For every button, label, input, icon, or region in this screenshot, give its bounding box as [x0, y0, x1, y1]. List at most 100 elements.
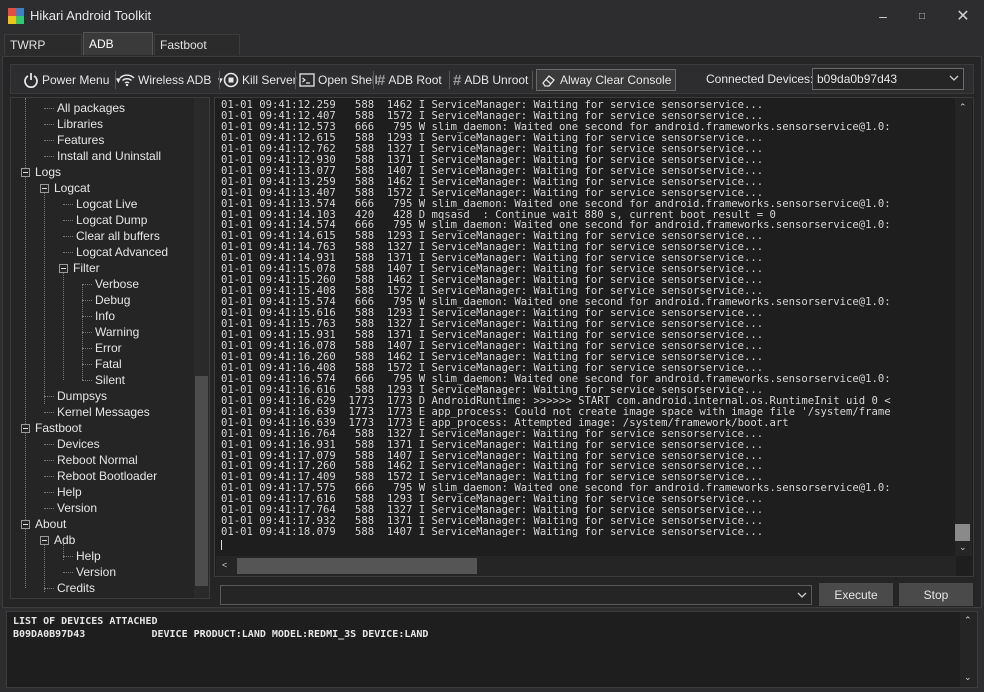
tree-item[interactable]: Info: [95, 308, 115, 324]
console-line: 01-01 09:41:16.616 588 1293 I ServiceMan…: [221, 384, 764, 396]
tree-item[interactable]: Libraries: [57, 116, 103, 132]
tree-connector-line: [44, 492, 54, 493]
tree-item[interactable]: Version: [76, 564, 116, 580]
tree-item[interactable]: Logcat Dump: [76, 212, 147, 228]
tree-guide-line: [44, 188, 45, 404]
tree-item[interactable]: Warning: [95, 324, 139, 340]
tree-item[interactable]: Reboot Normal: [57, 452, 138, 468]
tree-item[interactable]: Kernel Messages: [57, 404, 150, 420]
tree-item[interactable]: Logcat: [54, 180, 90, 196]
tree-item[interactable]: Silent: [95, 372, 125, 388]
tree-connector-line: [63, 204, 73, 205]
tab-adb-toolkit[interactable]: ADB Toolkit: [83, 32, 153, 74]
collapse-icon[interactable]: [59, 264, 68, 273]
scroll-up-arrow-icon[interactable]: ⌃: [964, 615, 972, 626]
power-menu-button[interactable]: Power Menu ▼: [23, 71, 122, 89]
window-title: Hikari Android Toolkit: [30, 8, 152, 23]
console-line: 01-01 09:41:17.575 666 795 W slim_daemon…: [221, 483, 891, 495]
adb-root-label: ADB Root: [388, 73, 442, 87]
tree-item[interactable]: Logs: [35, 164, 61, 180]
tree-connector-line: [63, 556, 73, 557]
tree-item[interactable]: Adb: [54, 532, 75, 548]
tree-connector-line: [44, 588, 54, 589]
tree-item[interactable]: Fatal: [95, 356, 122, 372]
tree-connector-line: [44, 140, 54, 141]
tree-item[interactable]: Help: [57, 484, 82, 500]
command-input[interactable]: [220, 585, 812, 605]
tree-item[interactable]: Fastboot: [35, 420, 82, 436]
tree-item[interactable]: Devices: [57, 436, 100, 452]
console-line: 01-01 09:41:13.407 588 1572 I ServiceMan…: [221, 187, 764, 199]
console-line: 01-01 09:41:12.615 588 1293 I ServiceMan…: [221, 132, 764, 144]
tree-item[interactable]: Clear all buffers: [76, 228, 160, 244]
collapse-icon[interactable]: [21, 520, 30, 529]
console-line: 01-01 09:41:15.574 666 795 W slim_daemon…: [221, 297, 891, 309]
stop-button[interactable]: Stop: [899, 583, 973, 606]
console-vertical-scrollbar[interactable]: ⌃ ⌄: [955, 98, 972, 556]
toolbar-separator: [115, 71, 116, 89]
always-clear-console-toggle[interactable]: Alway Clear Console: [536, 69, 677, 91]
hash-slash-icon: #: [453, 71, 462, 89]
tree-connector-line: [63, 236, 73, 237]
tree-item[interactable]: Filter: [73, 260, 100, 276]
tree-item[interactable]: Features: [57, 132, 104, 148]
console-line: 01-01 09:41:14.615 588 1293 I ServiceMan…: [221, 231, 764, 243]
collapse-icon[interactable]: [40, 184, 49, 193]
toolbar-separator: [373, 71, 374, 89]
tree-connector-line: [44, 508, 54, 509]
output-scrollbar[interactable]: ⌃ ⌄: [960, 612, 977, 687]
console-vertical-scrollbar-thumb[interactable]: [955, 524, 970, 541]
console-line: 01-01 09:41:13.077 588 1407 I ServiceMan…: [221, 165, 764, 177]
tree-item[interactable]: Verbose: [95, 276, 139, 292]
tree-connector-line: [82, 332, 92, 333]
tree-connector-line: [44, 444, 54, 445]
tab-twrp-toolkit[interactable]: TWRP Toolkit: [4, 34, 82, 73]
tree-item[interactable]: Credits: [57, 580, 95, 596]
collapse-icon[interactable]: [21, 424, 30, 433]
tree-scrollbar-thumb[interactable]: [195, 376, 208, 586]
eraser-icon: [542, 75, 555, 87]
tree-item[interactable]: Dumpsys: [57, 388, 107, 404]
maximize-icon[interactable]: □: [899, 0, 945, 32]
collapse-icon[interactable]: [21, 168, 30, 177]
tree-item[interactable]: Error: [95, 340, 122, 356]
tree-item[interactable]: Reboot Bootloader: [57, 468, 157, 484]
tree-item[interactable]: About: [35, 516, 66, 532]
tab-fastboot-toolkit[interactable]: Fastboot Toolkit: [154, 34, 240, 73]
app-icon: [8, 8, 24, 24]
console-line: 01-01 09:41:14.574 666 795 W slim_daemon…: [221, 220, 891, 232]
tree-item[interactable]: All packages: [57, 100, 125, 116]
adb-root-button[interactable]: # ADB Root: [377, 71, 442, 89]
tree-connector-line: [63, 252, 73, 253]
chevron-down-icon: [949, 72, 959, 86]
scroll-up-arrow-icon[interactable]: ⌃: [959, 102, 967, 113]
tree-item[interactable]: Debug: [95, 292, 130, 308]
console-output[interactable]: 01-01 09:41:12.259 588 1462 I ServiceMan…: [214, 97, 974, 577]
tree-connector-line: [44, 396, 54, 397]
console-line: 01-01 09:41:15.616 588 1293 I ServiceMan…: [221, 308, 764, 320]
tree-guide-line: [63, 268, 64, 380]
tree-item[interactable]: Logcat Advanced: [76, 244, 168, 260]
console-line: 01-01 09:41:12.259 588 1462 I ServiceMan…: [221, 100, 764, 111]
open-shell-label: Open Shell: [318, 73, 378, 87]
open-shell-button[interactable]: Open Shell: [299, 71, 377, 89]
device-output-panel[interactable]: LIST OF DEVICES ATTACHED B09DA0B97D43 DE…: [6, 611, 978, 688]
scroll-left-arrow-icon[interactable]: <: [222, 560, 227, 570]
connected-devices-select[interactable]: b09da0b97d43: [812, 68, 964, 90]
scroll-down-arrow-icon[interactable]: ⌄: [959, 542, 967, 553]
tree-item[interactable]: Install and Uninstall: [57, 148, 161, 164]
collapse-icon[interactable]: [40, 536, 49, 545]
scroll-down-arrow-icon[interactable]: ⌄: [964, 672, 972, 683]
tree-item[interactable]: Help: [76, 548, 101, 564]
wireless-adb-button[interactable]: Wireless ADB ▼: [119, 71, 224, 89]
kill-server-button[interactable]: Kill Server: [223, 71, 297, 89]
adb-unroot-button[interactable]: # ADB Unroot: [453, 71, 528, 89]
tree-item[interactable]: Logcat Live: [76, 196, 137, 212]
tree-item[interactable]: Version: [57, 500, 97, 516]
tree-guide-line: [25, 172, 26, 432]
power-icon: [24, 73, 38, 88]
chevron-down-icon[interactable]: [797, 589, 807, 603]
console-horizontal-scrollbar-thumb[interactable]: [237, 558, 477, 574]
execute-button[interactable]: Execute: [819, 583, 893, 606]
close-icon[interactable]: ✕: [940, 0, 984, 32]
